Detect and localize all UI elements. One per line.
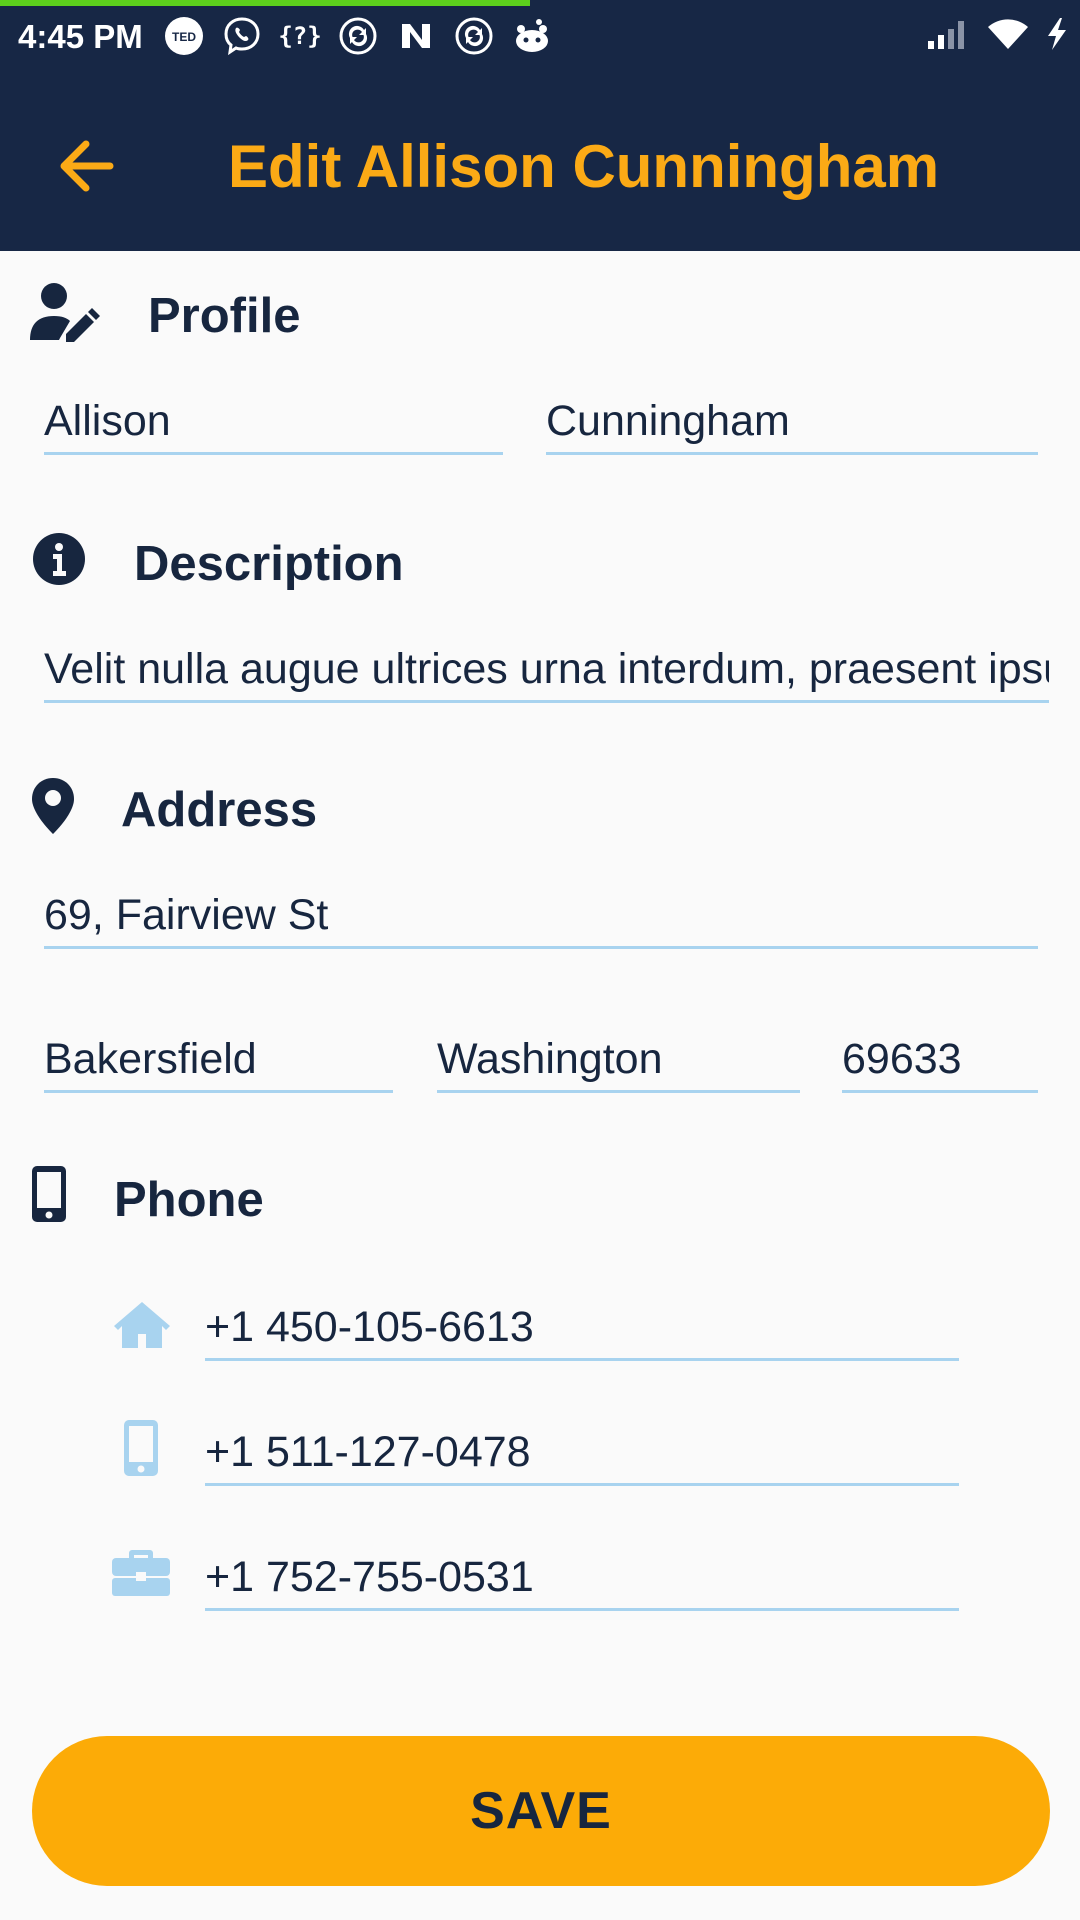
user-edit-icon	[30, 282, 102, 342]
arrow-left-icon	[60, 140, 114, 192]
first-name-field[interactable]: Allison	[44, 390, 503, 455]
n-app-icon	[396, 16, 436, 56]
description-section-heading: Description	[134, 536, 404, 592]
battery-charging-icon	[1044, 16, 1070, 57]
address-heading: Address	[121, 783, 318, 837]
info-icon	[32, 532, 86, 586]
loading-progress-bar	[0, 0, 530, 6]
unknown-app-icon: {?}	[280, 16, 320, 56]
page-title: Edit Allison Cunningham	[228, 133, 940, 200]
address-section-heading: Address	[121, 782, 317, 838]
phone-section-heading: Phone	[114, 1172, 264, 1228]
work-phone-field[interactable]: +1 752-755-0531	[205, 1546, 959, 1611]
profile-section-heading: Profile	[148, 288, 300, 344]
mobile-phone-field[interactable]: +1 511-127-0478	[205, 1421, 959, 1486]
mobile-icon	[124, 1420, 158, 1476]
wifi-icon	[986, 17, 1030, 56]
mobile-phone-icon	[32, 1166, 66, 1222]
back-button[interactable]	[48, 128, 124, 204]
reddit-icon	[512, 16, 552, 56]
city-field[interactable]: Bakersfield	[44, 1028, 393, 1093]
sync-icon	[454, 16, 494, 56]
save-button[interactable]: SAVE	[32, 1736, 1050, 1886]
phone-heading: Phone	[114, 1173, 264, 1227]
state-field[interactable]: Washington	[437, 1028, 800, 1093]
system-status-icons	[926, 16, 1070, 57]
description-heading: Description	[134, 537, 404, 591]
home-phone-field[interactable]: +1 450-105-6613	[205, 1296, 959, 1361]
home-icon	[112, 1298, 172, 1350]
ted-icon: TED	[164, 16, 204, 56]
briefcase-icon	[112, 1546, 170, 1598]
app-bar: Edit Allison Cunningham	[0, 74, 1080, 251]
notification-icons: TED {?}	[164, 16, 552, 56]
description-field[interactable]: Velit nulla augue ultrices urna interdum…	[44, 638, 1049, 703]
svg-text:TED: TED	[172, 30, 196, 44]
last-name-field[interactable]: Cunningham	[546, 390, 1038, 455]
svg-text:{?}: {?}	[280, 22, 320, 50]
profile-heading: Profile	[148, 289, 301, 343]
street-field[interactable]: 69, Fairview St	[44, 884, 1038, 949]
signal-icon	[926, 19, 972, 54]
viber-icon	[222, 16, 262, 56]
status-time: 4:45 PM	[18, 18, 143, 55]
sync-icon	[338, 16, 378, 56]
map-marker-icon	[32, 778, 74, 834]
zip-field[interactable]: 69633	[842, 1028, 1038, 1093]
status-bar: 4:45 PM TED {?}	[0, 0, 1080, 74]
